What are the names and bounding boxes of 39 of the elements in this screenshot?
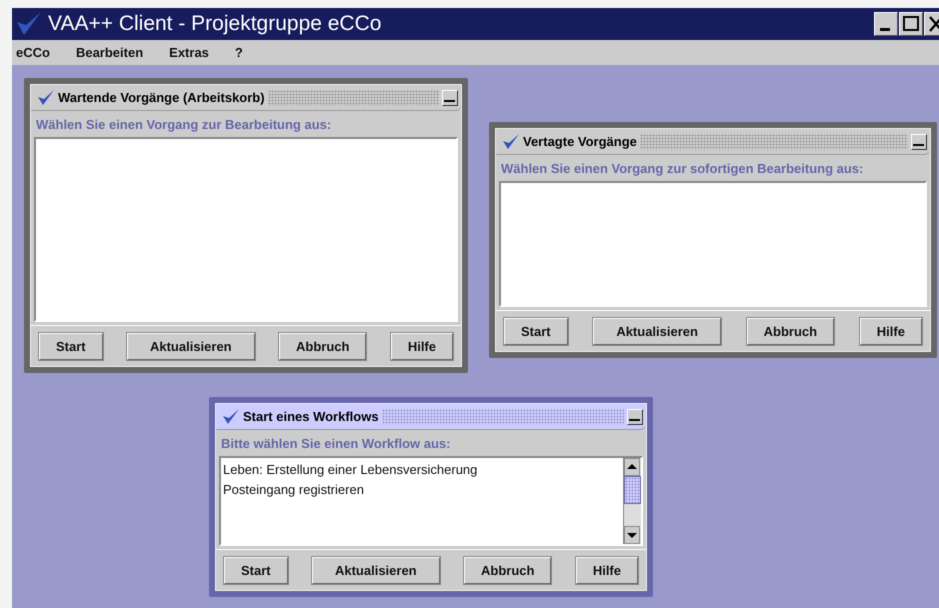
dialog-button[interactable]: Start — [504, 318, 568, 345]
menu-item[interactable]: ? — [232, 45, 249, 60]
prompt-label: Wählen Sie einen Vorgang zur sofortigen Bearbeitung aus: — [500, 160, 864, 178]
dialog-button[interactable]: Abbruch — [464, 557, 552, 584]
dialog-button[interactable]: Aktualisieren — [593, 318, 721, 345]
frame-title: Wartende Vorgänge (Arbeitskorb) — [58, 90, 265, 105]
dialog-button[interactable]: Hilfe — [860, 318, 922, 345]
app-logo-icon — [16, 11, 42, 37]
prompt-label: Bitte wählen Sie einen Workflow aus: — [220, 435, 452, 453]
dialog-button[interactable]: Hilfe — [390, 333, 453, 360]
dialog-button[interactable]: Abbruch — [279, 333, 366, 360]
menu-item[interactable]: Bearbeiten — [74, 45, 150, 60]
minimize-icon[interactable] — [874, 12, 898, 36]
scrollbar[interactable] — [623, 458, 641, 544]
minimize-button[interactable] — [911, 134, 927, 150]
window-title: VAA++ Client - Projektgruppe eCCo — [48, 12, 382, 36]
list-box[interactable]: Leben: Erstellung einer Lebensversicherung Posteingang registrieren — [219, 456, 643, 546]
dialog-button[interactable]: Abbruch — [746, 318, 834, 345]
frame-title: Start eines Workflows — [243, 409, 379, 424]
list-item[interactable]: Leben: Erstellung einer Lebensversicherung — [223, 460, 621, 480]
dialog-button[interactable]: Aktualisieren — [126, 333, 255, 360]
checkmark-icon — [222, 408, 240, 426]
minimize-button[interactable] — [442, 90, 458, 106]
minimize-button[interactable] — [627, 408, 643, 424]
frame-title: Vertagte Vorgänge — [523, 134, 637, 149]
menu-item[interactable]: eCCo — [14, 45, 56, 60]
checkmark-icon — [502, 132, 520, 150]
maximize-icon[interactable] — [899, 12, 923, 36]
dialog-button[interactable]: Start — [39, 333, 103, 360]
list-item[interactable]: Posteingang registrieren — [223, 480, 621, 500]
prompt-label: Wählen Sie einen Vorgang zur Bearbeitung aus: — [35, 116, 332, 134]
dialog-button[interactable]: Hilfe — [576, 557, 638, 584]
dialog-button[interactable]: Aktualisieren — [312, 557, 440, 584]
menu-item[interactable]: Extras — [167, 45, 215, 60]
scroll-up-icon[interactable] — [624, 458, 640, 476]
scroll-down-icon[interactable] — [624, 526, 640, 544]
list-box[interactable] — [499, 181, 927, 307]
checkmark-icon — [37, 88, 55, 106]
dialog-button[interactable]: Start — [224, 557, 288, 584]
